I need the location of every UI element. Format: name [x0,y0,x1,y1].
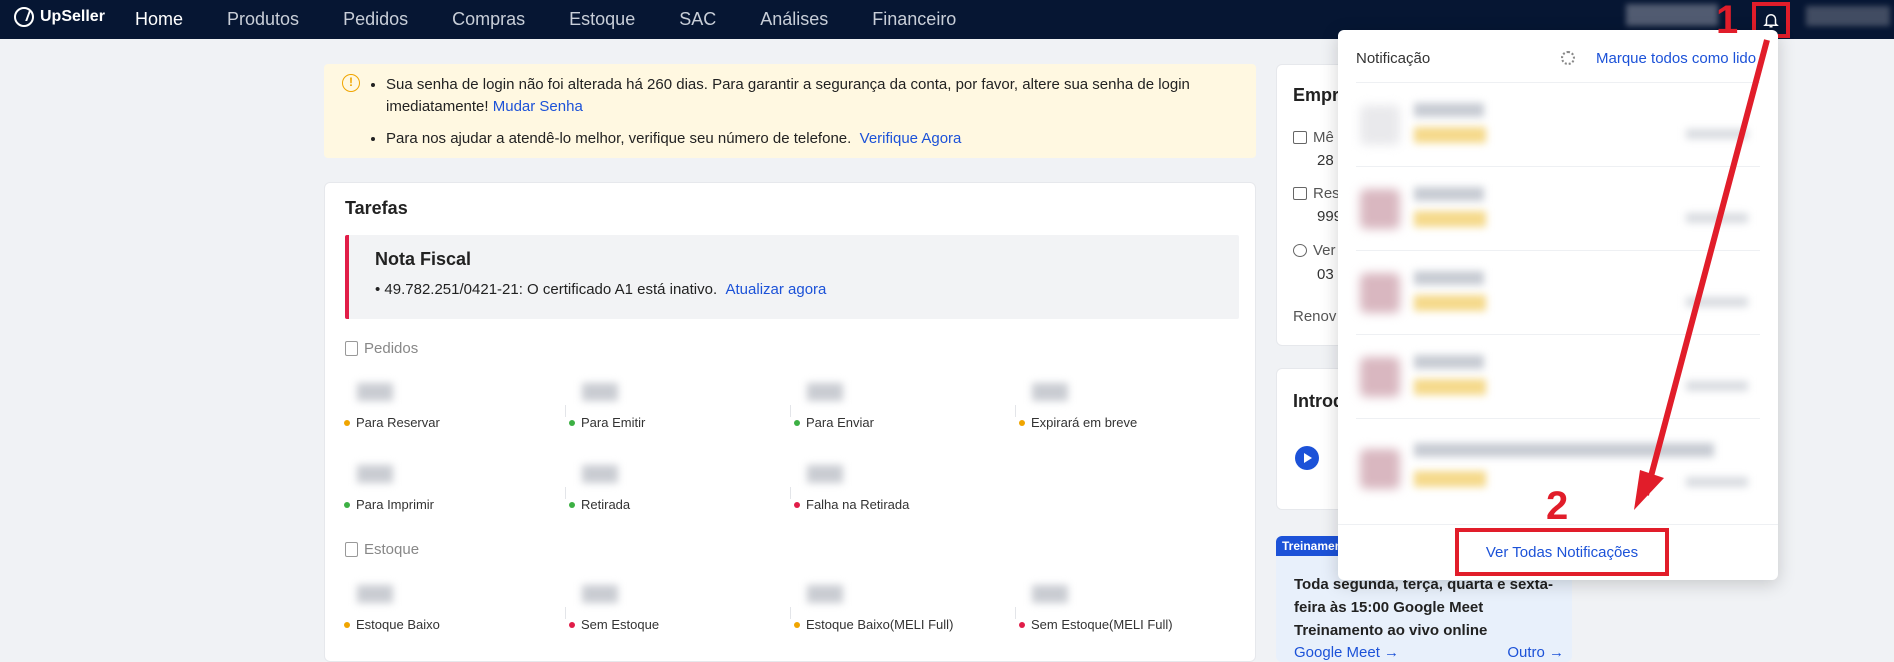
bell-icon [1763,14,1779,28]
nav-financeiro[interactable]: Financeiro [872,9,956,30]
update-now-link[interactable]: Atualizar agora [726,281,827,298]
fiscal-notice: Nota Fiscal • 49.782.251/0421-21: O cert… [345,235,1239,319]
notification-item[interactable] [1356,166,1760,250]
fiscal-title: Nota Fiscal [375,249,472,269]
nav-blurred-user[interactable] [1806,6,1890,26]
stock-section: Estoque [345,541,419,558]
document-icon [1293,187,1307,200]
logo-text: UpSeller [40,8,105,25]
nav-pedidos[interactable]: Pedidos [343,9,408,30]
view-all-notifications-button[interactable]: Ver Todas Notificações [1455,528,1669,576]
clock-icon [1293,244,1307,257]
stat-expirara[interactable]: Expirará em breve [1000,377,1220,437]
notification-item[interactable] [1356,250,1760,334]
annotation-number-1: 1 [1716,0,1739,42]
stat-falha-retirada[interactable]: Falha na Retirada [775,459,995,519]
alert-banner: ! Sua senha de login não foi alterada há… [324,64,1256,158]
upseller-logo-icon [14,7,34,27]
clipboard-icon [345,341,358,356]
annotation-number-2: 2 [1546,484,1569,528]
nav-sac[interactable]: SAC [679,9,716,30]
stat-retirada[interactable]: Retirada [550,459,770,519]
gear-icon[interactable] [1561,51,1575,65]
fiscal-text: • 49.782.251/0421-21: O certificado A1 e… [375,281,827,298]
logo[interactable]: UpSeller [14,7,105,27]
stat-estoque-baixo[interactable]: Estoque Baixo [325,579,545,639]
nav-blurred-shop[interactable] [1626,4,1718,26]
other-link[interactable]: Outro → [1507,644,1564,661]
company-row-1: Mê [1293,129,1334,146]
alert-password: Sua senha de login não foi alterada há 2… [386,74,1246,118]
alert-phone: Para nos ajudar a atendê-lo melhor, veri… [386,128,1246,150]
tasks-card: Tarefas Nota Fiscal • 49.782.251/0421-21… [324,182,1256,662]
training-text: Toda segunda, terça, quarta e sexta-feir… [1294,576,1553,639]
notification-title: Notificação [1356,50,1431,67]
orders-section: Pedidos [345,340,418,357]
stat-sem-estoque-meli[interactable]: Sem Estoque(MELI Full) [1000,579,1220,639]
renew-link[interactable]: Renov [1293,308,1336,325]
play-icon[interactable] [1295,446,1319,470]
company-row-1-value: 28 [1317,152,1334,169]
main-menu: Home Produtos Pedidos Compras Estoque SA… [135,0,1000,39]
warehouse-icon [345,542,358,557]
change-password-link[interactable]: Mudar Senha [493,98,583,115]
nav-estoque[interactable]: Estoque [569,9,635,30]
calendar-icon [1293,131,1307,144]
verify-now-link[interactable]: Verifique Agora [860,130,962,147]
stat-para-reservar[interactable]: Para Reservar [325,377,545,437]
stat-para-imprimir[interactable]: Para Imprimir [325,459,545,519]
google-meet-link[interactable]: Google Meet → [1294,644,1399,661]
intro-title: Introd [1293,391,1344,411]
nav-produtos[interactable]: Produtos [227,9,299,30]
tasks-title: Tarefas [345,198,408,218]
warning-icon: ! [342,74,360,92]
stat-para-enviar[interactable]: Para Enviar [775,377,995,437]
company-title: Empr [1293,85,1340,105]
nav-compras[interactable]: Compras [452,9,525,30]
mark-all-read-link[interactable]: Marque todos como lido [1596,50,1756,67]
company-row-3: Ver [1293,242,1336,259]
company-row-2: Res [1293,185,1340,202]
nav-home[interactable]: Home [135,9,183,30]
stat-sem-estoque[interactable]: Sem Estoque [550,579,770,639]
notification-item[interactable] [1356,82,1760,166]
stat-para-emitir[interactable]: Para Emitir [550,377,770,437]
stat-estoque-baixo-meli[interactable]: Estoque Baixo(MELI Full) [775,579,995,639]
notification-item[interactable] [1356,334,1760,418]
nav-analises[interactable]: Análises [760,9,828,30]
company-row-3-value: 03 [1317,266,1334,283]
